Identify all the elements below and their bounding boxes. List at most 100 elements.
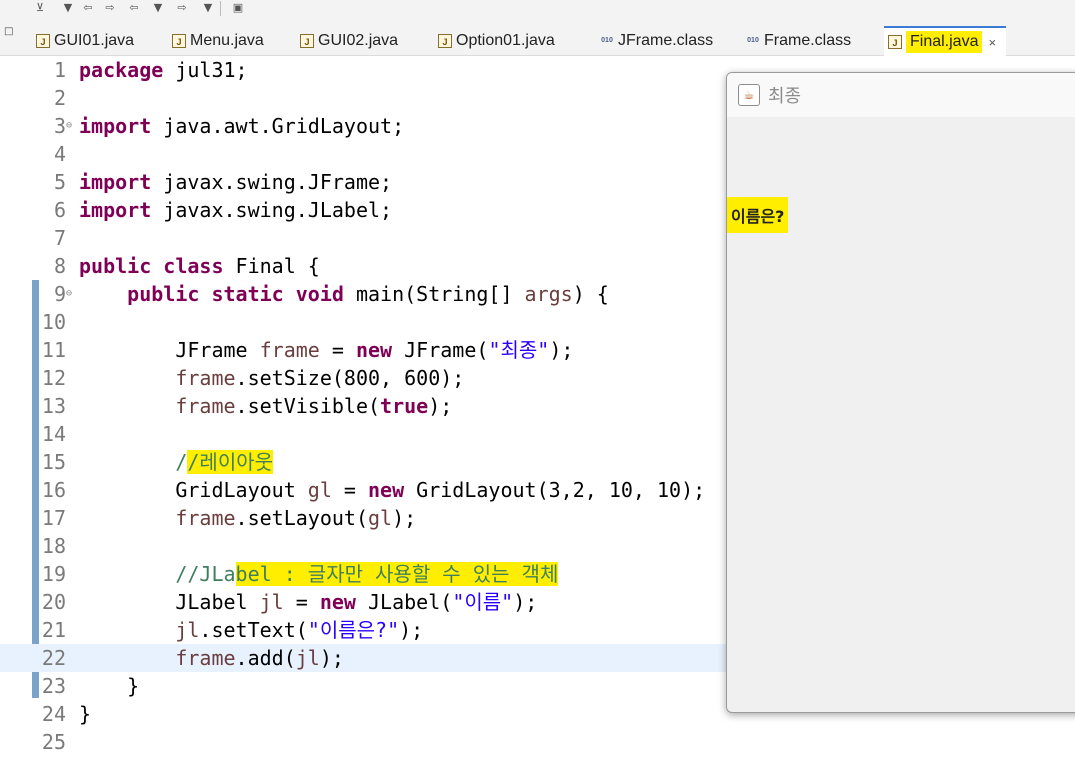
code-token: ); (399, 618, 424, 642)
code-text: GridLayout gl = new GridLayout(3,2, 10, … (79, 476, 705, 504)
code-token: javax.swing.JFrame; (163, 170, 393, 194)
line-number: 13 (41, 394, 66, 418)
code-text: frame.add(jl); (79, 644, 344, 672)
code-text: frame.setSize(800, 600); (79, 364, 464, 392)
fold-toggle-icon[interactable]: ⊖ (66, 280, 72, 308)
line-number: 15 (41, 450, 66, 474)
prev-edit-icon[interactable]: ⇦ (80, 0, 96, 16)
line-number: 20 (41, 590, 66, 614)
code-token: .setLayout( (235, 506, 368, 530)
editor-tab-gui02-java[interactable]: J GUI02.java (300, 26, 398, 56)
code-token: jl (175, 618, 200, 642)
line-number: 17 (41, 506, 66, 530)
code-token: ); (513, 590, 538, 614)
code-token: import (79, 198, 164, 222)
editor-tab-gui01-java[interactable]: J GUI01.java (36, 26, 134, 56)
dropdown-arrow-icon[interactable]: ▼ (200, 0, 216, 16)
code-token: JFrame( (404, 338, 489, 362)
line-number: 7 (53, 226, 66, 250)
dropdown-arrow-icon[interactable]: ▼ (150, 0, 166, 16)
java-file-icon: J (172, 34, 186, 48)
toolbar: ⊻ ▼ ⇦ ⇨ ⇦ ▼ ⇨ ▼ ▣ (0, 0, 1075, 20)
pin-icon[interactable]: ⊻ (32, 0, 48, 16)
code-token: ); (428, 394, 453, 418)
tab-label: GUI02.java (318, 32, 399, 49)
code-token: gl (307, 478, 332, 502)
class-file-icon: 010 (601, 37, 613, 44)
code-token: } (79, 702, 92, 726)
editor-tab-final-java[interactable]: J Final.java × (884, 26, 1006, 56)
open-task-icon[interactable]: ▣ (230, 0, 246, 16)
line-number: 8 (53, 254, 66, 278)
line-number: 25 (41, 730, 66, 754)
code-token: new (368, 478, 417, 502)
jlabel-text: 이름은? (727, 197, 789, 233)
line-number: 9 (53, 282, 66, 306)
dropdown-arrow-icon[interactable]: ▼ (60, 0, 76, 16)
code-token: frame (175, 394, 236, 418)
code-token: //JLa (175, 562, 236, 586)
code-token: main(String[] (355, 282, 525, 306)
view-menu-icon[interactable]: □ (4, 26, 16, 38)
toolbar-separator (220, 1, 221, 16)
code-text: public static void main(String[] args) { (79, 280, 609, 308)
close-tab-icon[interactable]: × (988, 35, 996, 50)
code-token: ); (319, 646, 344, 670)
code-token: GridLayout(3,2, 10, 10); (416, 478, 706, 502)
tab-label: Frame.class (764, 32, 852, 49)
editor-tab-option01-java[interactable]: J Option01.java (438, 26, 555, 56)
code-token: package (79, 58, 176, 82)
fold-toggle-icon[interactable]: ⊖ (66, 112, 72, 140)
tab-label: JFrame.class (618, 32, 714, 49)
line-number: 12 (41, 366, 66, 390)
code-token: jl (259, 590, 284, 614)
code-text: jl.setText("이름은?"); (79, 616, 423, 644)
forward-icon[interactable]: ⇨ (174, 0, 190, 16)
code-token: .setText( (199, 618, 308, 642)
swing-frame-window[interactable]: ☕ 최종 이름은? (726, 72, 1075, 713)
window-title: 최종 (768, 86, 802, 107)
line-number: 21 (41, 618, 66, 642)
code-token: import (79, 114, 164, 138)
editor-tab-bar: □ J GUI01.java J Menu.java J GUI02.java J Optio… (0, 20, 1075, 56)
next-annotation-icon[interactable]: ⇨ (102, 0, 118, 16)
code-text: frame.setVisible(true); (79, 392, 452, 420)
line-number: 5 (53, 170, 66, 194)
tab-label: Option01.java (456, 32, 555, 49)
code-token: ); (549, 338, 574, 362)
code-token: new (355, 338, 405, 362)
code-token: Final { (235, 254, 320, 278)
tab-label: Final.java (906, 31, 983, 53)
code-token: ); (392, 506, 417, 530)
code-token: true (380, 394, 429, 418)
editor-tab-jframe-class[interactable]: 010 JFrame.class (600, 26, 713, 56)
code-token: } (79, 674, 140, 698)
code-token: "최종" (488, 338, 550, 362)
code-text: //JLabel : 글자만 사용할 수 있는 객체 (79, 560, 559, 588)
code-token: JFrame (79, 338, 260, 362)
code-text: import java.awt.GridLayout; (79, 112, 404, 140)
code-token: GridLayout (79, 478, 308, 502)
code-token: bel : 글자만 사용할 수 있는 객체 (235, 562, 559, 586)
code-text: import javax.swing.JFrame; (79, 168, 392, 196)
code-token: "이름" (452, 590, 514, 614)
line-number: 16 (41, 478, 66, 502)
java-file-icon: J (36, 34, 50, 48)
code-token: import (79, 170, 164, 194)
editor-tab-frame-class[interactable]: 010 Frame.class (746, 26, 851, 56)
window-title-bar[interactable]: ☕ 최종 (727, 73, 1075, 117)
editor-tab-menu-java[interactable]: J Menu.java (172, 26, 264, 56)
code-token: public static void (127, 282, 356, 306)
back-icon[interactable]: ⇦ (126, 0, 142, 16)
line-number: 4 (53, 142, 66, 166)
code-token: "이름은?" (307, 618, 400, 642)
code-line[interactable]: 25 (0, 728, 1075, 756)
line-number: 24 (41, 702, 66, 726)
